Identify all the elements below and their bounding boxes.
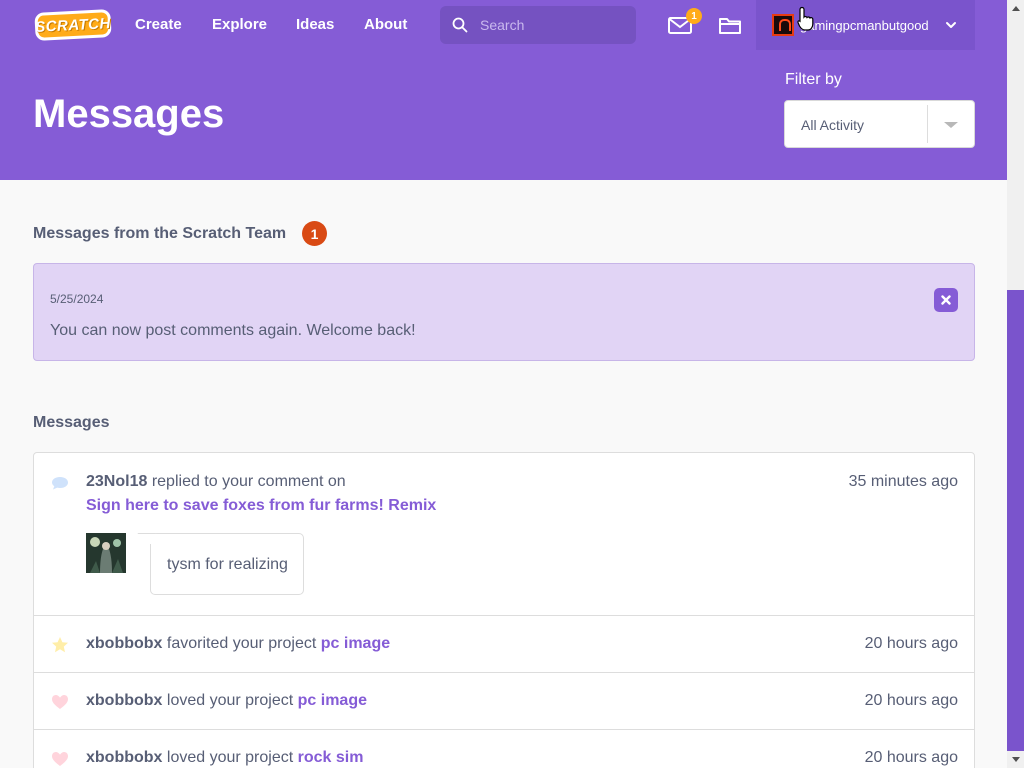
message-time: 20 hours ago [864,749,958,766]
scratch-logo-text: SCRATCH [34,14,112,36]
message-target-link[interactable]: pc image [321,635,390,652]
nav-link-explore[interactable]: Explore [212,16,267,33]
message-user[interactable]: xbobbobx [86,692,162,709]
star-icon [52,637,68,653]
alert-text: You can now post comments again. Welcome… [50,322,416,339]
message-time: 35 minutes ago [848,473,958,490]
scroll-up-arrow-icon [1011,6,1020,11]
username-label: gamingpcmanbutgood [800,17,929,33]
message-user[interactable]: 23Nol18 [86,473,147,490]
search-box[interactable] [440,6,636,44]
page-header: Messages Filter by All Activity [0,50,1007,180]
comment-reply-bubble: tysm for realizing [150,533,304,595]
scroll-down-button[interactable] [1007,751,1024,768]
nav-link-ideas[interactable]: Ideas [296,16,334,33]
message-action: loved your project [166,692,294,709]
page-title: Messages [33,92,225,136]
commenter-avatar[interactable] [86,533,126,573]
comment-icon [52,477,68,490]
message-target-link[interactable]: rock sim [298,749,364,766]
user-avatar [772,14,794,36]
top-navigation: SCRATCH Create Explore Ideas About 1 gam… [0,0,1007,50]
team-alert: 5/25/2024 You can now post comments agai… [33,263,975,361]
messages-heading: Messages [33,414,110,431]
scrollbar-thumb[interactable] [1007,290,1024,751]
scratch-logo[interactable]: SCRATCH [34,9,112,41]
nav-link-create[interactable]: Create [135,16,182,33]
comment-reply-text: tysm for realizing [167,556,288,573]
account-menu[interactable]: gamingpcmanbutgood [756,0,975,50]
close-icon [941,295,951,305]
list-item: xbobbobx loved your project rock sim 20 … [34,730,974,768]
alert-date: 5/25/2024 [50,292,104,306]
chevron-down-icon [946,22,956,28]
dropdown-arrow-icon [944,122,958,128]
message-user[interactable]: xbobbobx [86,749,162,766]
message-target-link[interactable]: Sign here to save foxes from fur farms! … [86,497,436,515]
message-text: xbobbobx loved your project pc image [86,692,367,710]
filter-label: Filter by [785,71,842,88]
message-user[interactable]: xbobbobx [86,635,162,652]
list-item: xbobbobx favorited your project pc image… [34,616,974,673]
page-scrollbar[interactable] [1007,0,1024,768]
dismiss-alert-button[interactable] [934,288,958,312]
search-input[interactable] [480,17,630,33]
message-count-badge: 1 [686,8,702,24]
message-text: 23Nol18 replied to your comment on [86,473,346,491]
message-action: favorited your project [166,635,317,652]
team-messages-count-badge: 1 [302,221,327,246]
scroll-up-button[interactable] [1007,0,1024,17]
message-text: xbobbobx loved your project rock sim [86,749,363,767]
message-text: xbobbobx favorited your project pc image [86,635,390,653]
nav-link-about[interactable]: About [364,16,407,33]
list-item: xbobbobx loved your project pc image 20 … [34,673,974,730]
message-time: 20 hours ago [864,635,958,652]
message-action: loved your project [166,749,294,766]
scrollbar-track[interactable] [1007,17,1024,290]
hand-cursor-icon [797,6,814,31]
my-stuff-folder-icon[interactable] [718,14,742,36]
filter-select[interactable]: All Activity [784,100,975,148]
message-action: replied to your comment on [151,473,346,490]
search-icon [452,17,468,33]
select-divider [927,105,928,143]
filter-selected-value: All Activity [801,117,865,133]
team-messages-heading: Messages from the Scratch Team [33,225,287,242]
heart-icon [52,752,68,766]
messages-list: 23Nol18 replied to your comment on Sign … [33,452,975,768]
message-time: 20 hours ago [864,692,958,709]
scroll-down-arrow-icon [1011,757,1020,762]
message-target-link[interactable]: pc image [298,692,367,709]
heart-icon [52,695,68,709]
commenter-avatar-image [86,533,126,573]
list-item: 23Nol18 replied to your comment on Sign … [34,453,974,616]
